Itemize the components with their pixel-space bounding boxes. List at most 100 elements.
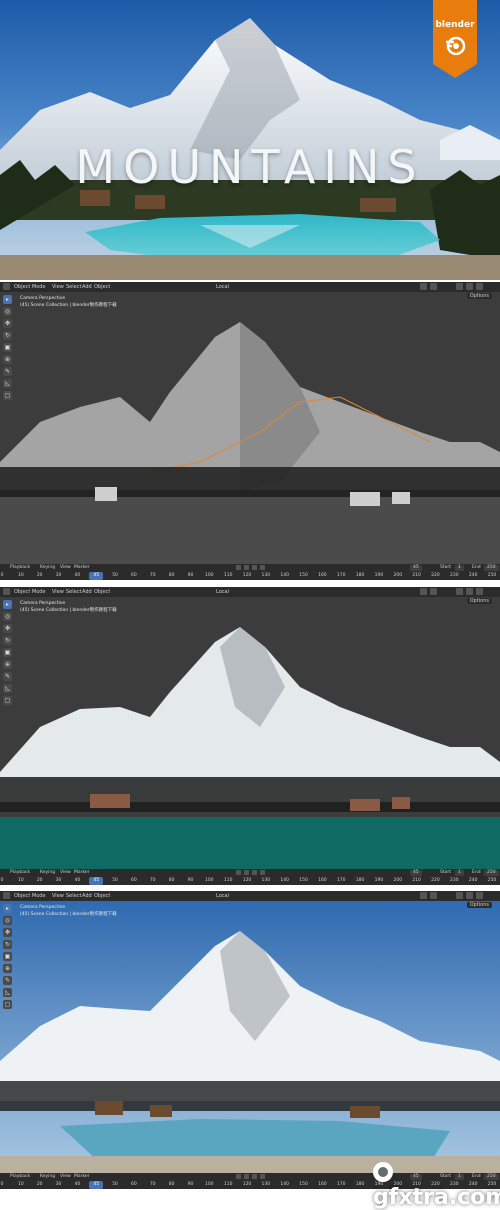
playback-menu[interactable]: Playback xyxy=(10,869,30,877)
play-icon[interactable] xyxy=(252,1174,257,1179)
timeline-view-menu[interactable]: View xyxy=(60,869,71,877)
cursor-tool-icon[interactable]: ◎ xyxy=(3,916,12,925)
gizmo-toggle-icon[interactable] xyxy=(420,892,427,899)
viewport-scene-material[interactable] xyxy=(0,597,500,869)
keying-menu[interactable]: Keying xyxy=(40,1173,55,1181)
rotate-tool-icon[interactable]: ↻ xyxy=(3,331,12,340)
select-tool-icon[interactable]: ▸ xyxy=(3,295,12,304)
object-menu[interactable]: Object xyxy=(94,282,110,292)
timeline-view-menu[interactable]: View xyxy=(60,564,71,572)
add-cube-tool-icon[interactable]: ▢ xyxy=(3,391,12,400)
gizmo-toggle-icon[interactable] xyxy=(420,283,427,290)
move-tool-icon[interactable]: ✥ xyxy=(3,319,12,328)
jump-end-icon[interactable] xyxy=(260,565,265,570)
select-menu[interactable]: Select xyxy=(66,587,81,597)
jump-end-icon[interactable] xyxy=(260,1174,265,1179)
object-mode-menu[interactable]: Object Mode xyxy=(14,587,46,597)
overlay-toggle-icon[interactable] xyxy=(430,892,437,899)
add-menu[interactable]: Add xyxy=(82,282,92,292)
view-menu[interactable]: View xyxy=(52,282,64,292)
rotate-tool-icon[interactable]: ↻ xyxy=(3,636,12,645)
gizmo-toggle-icon[interactable] xyxy=(420,588,427,595)
jump-start-icon[interactable] xyxy=(236,1174,241,1179)
jump-start-icon[interactable] xyxy=(236,870,241,875)
object-mode-menu[interactable]: Object Mode xyxy=(14,282,46,292)
playback-menu[interactable]: Playback xyxy=(10,564,30,572)
marker-menu[interactable]: Marker xyxy=(74,869,90,877)
jump-end-icon[interactable] xyxy=(260,870,265,875)
measure-tool-icon[interactable]: ◺ xyxy=(3,684,12,693)
transform-tool-icon[interactable]: ⊕ xyxy=(3,355,12,364)
select-tool-icon[interactable]: ▸ xyxy=(3,600,12,609)
view-menu[interactable]: View xyxy=(52,587,64,597)
play-icon[interactable] xyxy=(252,870,257,875)
options-button[interactable]: Options xyxy=(466,293,492,299)
start-frame-field[interactable]: 1 xyxy=(455,565,464,571)
shading-rendered-icon[interactable] xyxy=(476,892,483,899)
scale-tool-icon[interactable]: ▣ xyxy=(3,952,12,961)
overlay-toggle-icon[interactable] xyxy=(430,283,437,290)
shading-material-icon[interactable] xyxy=(466,283,473,290)
cursor-tool-icon[interactable]: ◎ xyxy=(3,612,12,621)
shading-solid-icon[interactable] xyxy=(456,283,463,290)
transform-orientation-select[interactable]: Local xyxy=(216,891,229,901)
viewport-scene-rendered[interactable] xyxy=(0,901,500,1173)
options-button[interactable]: Options xyxy=(466,902,492,908)
start-frame-field[interactable]: 1 xyxy=(455,870,464,876)
shading-material-icon[interactable] xyxy=(466,588,473,595)
cursor-tool-icon[interactable]: ◎ xyxy=(3,307,12,316)
select-menu[interactable]: Select xyxy=(66,282,81,292)
marker-menu[interactable]: Marker xyxy=(74,1173,90,1181)
scale-tool-icon[interactable]: ▣ xyxy=(3,648,12,657)
shading-rendered-icon[interactable] xyxy=(476,588,483,595)
shading-solid-icon[interactable] xyxy=(456,892,463,899)
playback-menu[interactable]: Playback xyxy=(10,1173,30,1181)
play-reverse-icon[interactable] xyxy=(244,565,249,570)
editor-type-icon[interactable] xyxy=(3,892,10,899)
play-reverse-icon[interactable] xyxy=(244,870,249,875)
select-tool-icon[interactable]: ▸ xyxy=(3,904,12,913)
frame-ruler[interactable]: 0 10 20 30 40 45 50 60 70 80 90 100 110 120 130 140 150 1… xyxy=(0,877,500,885)
current-frame-field[interactable]: 45 xyxy=(410,565,422,571)
jump-start-icon[interactable] xyxy=(236,565,241,570)
add-menu[interactable]: Add xyxy=(82,587,92,597)
keying-menu[interactable]: Keying xyxy=(40,869,55,877)
keying-menu[interactable]: Keying xyxy=(40,564,55,572)
annotate-tool-icon[interactable]: ✎ xyxy=(3,672,12,681)
shading-solid-icon[interactable] xyxy=(456,588,463,595)
view-menu[interactable]: View xyxy=(52,891,64,901)
annotate-tool-icon[interactable]: ✎ xyxy=(3,976,12,985)
rotate-tool-icon[interactable]: ↻ xyxy=(3,940,12,949)
add-menu[interactable]: Add xyxy=(82,891,92,901)
object-mode-menu[interactable]: Object Mode xyxy=(14,891,46,901)
transform-tool-icon[interactable]: ⊕ xyxy=(3,660,12,669)
end-frame-field[interactable]: 250 xyxy=(484,870,499,876)
current-frame-field[interactable]: 45 xyxy=(410,870,422,876)
select-menu[interactable]: Select xyxy=(66,891,81,901)
scale-tool-icon[interactable]: ▣ xyxy=(3,343,12,352)
measure-tool-icon[interactable]: ◺ xyxy=(3,379,12,388)
transform-orientation-select[interactable]: Local xyxy=(216,282,229,292)
object-menu[interactable]: Object xyxy=(94,587,110,597)
shading-material-icon[interactable] xyxy=(466,892,473,899)
add-cube-tool-icon[interactable]: ▢ xyxy=(3,696,12,705)
annotate-tool-icon[interactable]: ✎ xyxy=(3,367,12,376)
viewport-scene-solid[interactable] xyxy=(0,292,500,564)
timeline-view-menu[interactable]: View xyxy=(60,1173,71,1181)
shading-rendered-icon[interactable] xyxy=(476,283,483,290)
options-button[interactable]: Options xyxy=(466,598,492,604)
move-tool-icon[interactable]: ✥ xyxy=(3,624,12,633)
editor-type-icon[interactable] xyxy=(3,283,10,290)
transform-orientation-select[interactable]: Local xyxy=(216,587,229,597)
move-tool-icon[interactable]: ✥ xyxy=(3,928,12,937)
play-reverse-icon[interactable] xyxy=(244,1174,249,1179)
end-frame-field[interactable]: 250 xyxy=(484,565,499,571)
play-icon[interactable] xyxy=(252,565,257,570)
add-cube-tool-icon[interactable]: ▢ xyxy=(3,1000,12,1009)
object-menu[interactable]: Object xyxy=(94,891,110,901)
measure-tool-icon[interactable]: ◺ xyxy=(3,988,12,997)
editor-type-icon[interactable] xyxy=(3,588,10,595)
frame-ruler[interactable]: 0 10 20 30 40 45 50 60 70 80 90 100 110 120 130 140 150 1… xyxy=(0,572,500,580)
overlay-toggle-icon[interactable] xyxy=(430,588,437,595)
marker-menu[interactable]: Marker xyxy=(74,564,90,572)
